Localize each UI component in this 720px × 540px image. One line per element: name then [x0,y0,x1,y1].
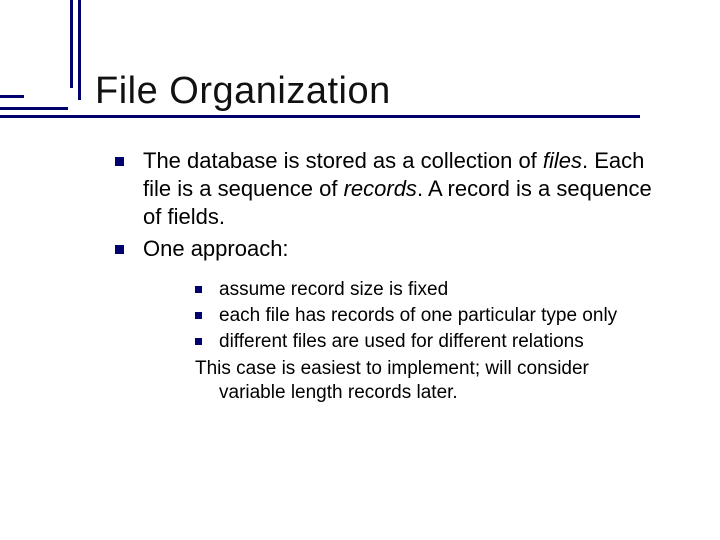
italic-term: files [543,148,582,173]
slide-body: The database is stored as a collection o… [95,147,660,405]
slide: File Organization The database is stored… [0,0,720,540]
sub-tail-text: This case is easiest to implement; will … [195,357,660,406]
sub-bullet-item: assume record size is fixed [195,278,660,302]
accent-line-vertical [78,0,81,100]
bullet-text: One approach: [143,236,289,261]
accent-line [0,107,68,110]
bullet-item: The database is stored as a collection o… [115,147,660,231]
fixed-term: fixed [408,279,448,300]
bullet-item: One approach: assume record size is fixe… [115,235,660,405]
sub-bullet-item: different files are used for different r… [195,330,660,354]
accent-line-vertical [70,0,73,88]
sub-bullet-text: each file has records of one particular … [219,305,617,326]
accent-line [0,95,24,98]
italic-term: records [344,176,417,201]
tail-line: This case is easiest to implement; will … [195,358,589,379]
bullet-text: The database is stored as a collection o… [143,148,543,173]
sub-bullet-text: different files are used for different r… [219,331,584,352]
sub-bullet-item: each file has records of one particular … [195,304,660,328]
sub-bullet-text: assume record size is [219,279,408,300]
bullet-list: The database is stored as a collection o… [115,147,660,405]
tail-line: variable length records later. [195,381,660,405]
slide-title: File Organization [95,70,660,113]
accent-line [0,115,640,118]
sub-bullet-list: assume record size is fixed each file ha… [143,278,660,406]
